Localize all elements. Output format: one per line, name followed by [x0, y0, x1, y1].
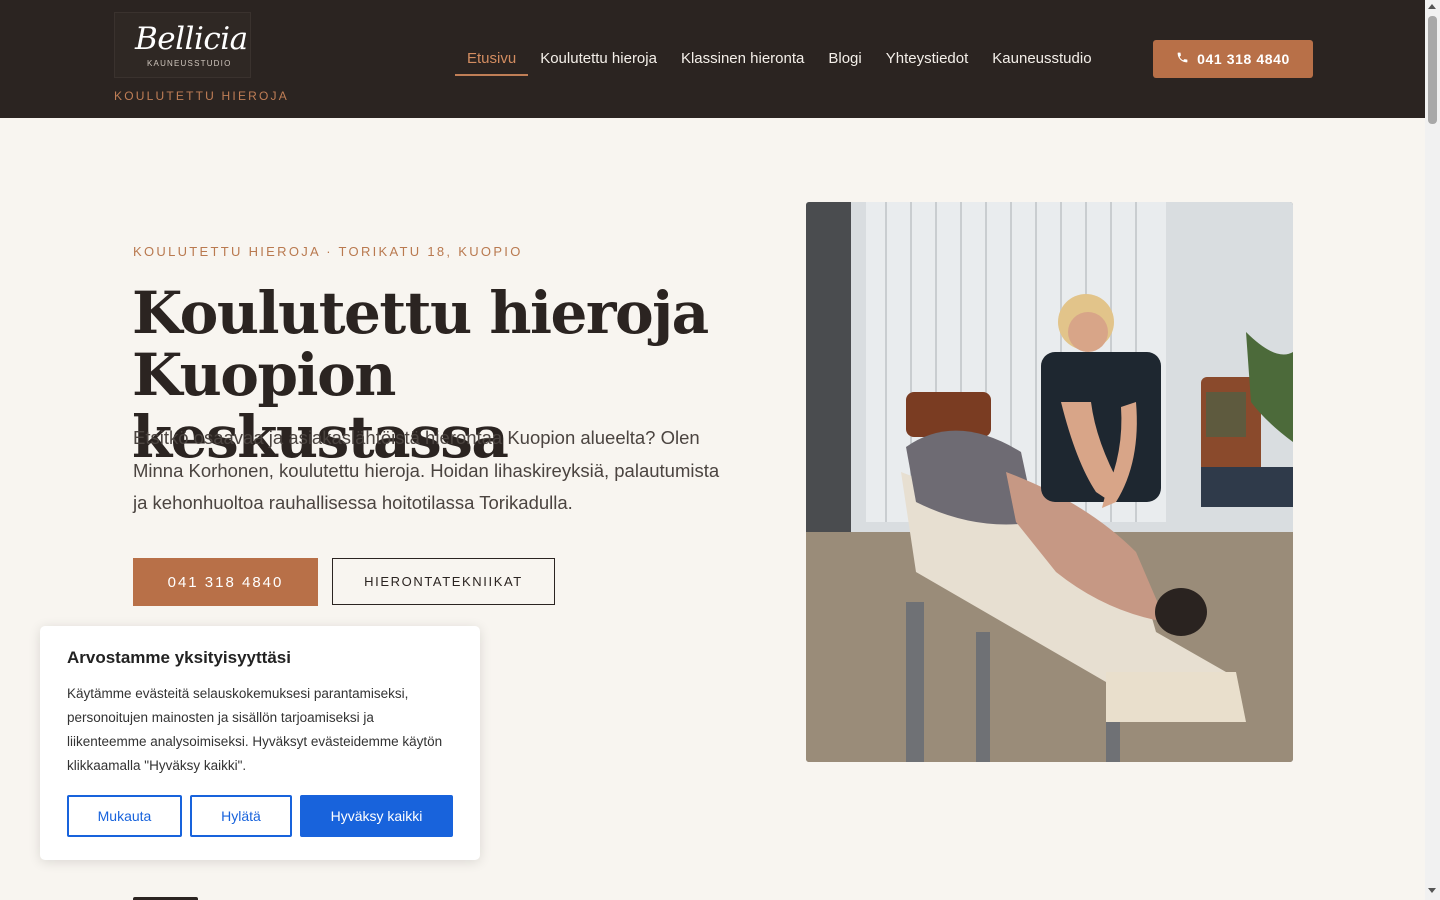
nav-item-koulutettu-hieroja[interactable]: Koulutettu hieroja [528, 44, 669, 76]
cookie-title: Arvostamme yksityisyyttäsi [67, 648, 291, 667]
logo-script-text: Bellicia [135, 21, 248, 57]
hero-title-line-1: Koulutettu hieroja [132, 279, 709, 347]
logo-tagline: KOULUTETTU HIEROJA [114, 89, 289, 103]
cookie-accept-all-button[interactable]: Hyväksy kaikki [300, 795, 453, 837]
cookie-reject-button[interactable]: Hylätä [190, 795, 292, 837]
nav-item-kauneusstudio[interactable]: Kauneusstudio [980, 44, 1103, 76]
logo[interactable]: Bellicia KAUNEUSSTUDIO [114, 12, 251, 78]
header-phone-label: 041 318 4840 [1197, 51, 1290, 67]
page-scrollbar[interactable] [1425, 0, 1440, 900]
nav-item-blogi[interactable]: Blogi [816, 44, 873, 76]
massage-photo-illustration [806, 202, 1293, 762]
nav-item-klassinen-hieronta[interactable]: Klassinen hieronta [669, 44, 816, 76]
site-header: Bellicia KAUNEUSSTUDIO KOULUTETTU HIEROJ… [0, 0, 1425, 118]
nav-item-yhteystiedot[interactable]: Yhteystiedot [874, 44, 981, 76]
hero-phone-button[interactable]: 041 318 4840 [133, 558, 318, 606]
logo-subtitle: KAUNEUSSTUDIO [147, 59, 232, 68]
nav-item-etusivu[interactable]: Etusivu [455, 44, 529, 76]
hero-eyebrow: KOULUTETTU HIEROJA · TORIKATU 18, KUOPIO [133, 244, 523, 259]
header-phone-button[interactable]: 041 318 4840 [1153, 40, 1313, 78]
main-nav: Etusivu Koulutettu hieroja Klassinen hie… [455, 44, 1104, 76]
scrollbar-thumb[interactable] [1428, 16, 1437, 124]
scroll-down-arrow-icon[interactable] [1428, 888, 1436, 893]
cookie-text: Käytämme evästeitä selauskokemuksesi par… [67, 686, 443, 773]
hero-photo [806, 202, 1293, 762]
phone-icon [1176, 51, 1189, 67]
cookie-customize-button[interactable]: Mukauta [67, 795, 182, 837]
techniques-button[interactable]: HIERONTATEKNIIKAT [332, 558, 555, 605]
scroll-up-arrow-icon[interactable] [1428, 4, 1436, 9]
hero-description: Etsitkö osaavaa ja asiakaslähtöistä hier… [133, 427, 720, 513]
cookie-consent-banner: Arvostamme yksityisyyttäsi Käytämme eväs… [40, 626, 480, 860]
